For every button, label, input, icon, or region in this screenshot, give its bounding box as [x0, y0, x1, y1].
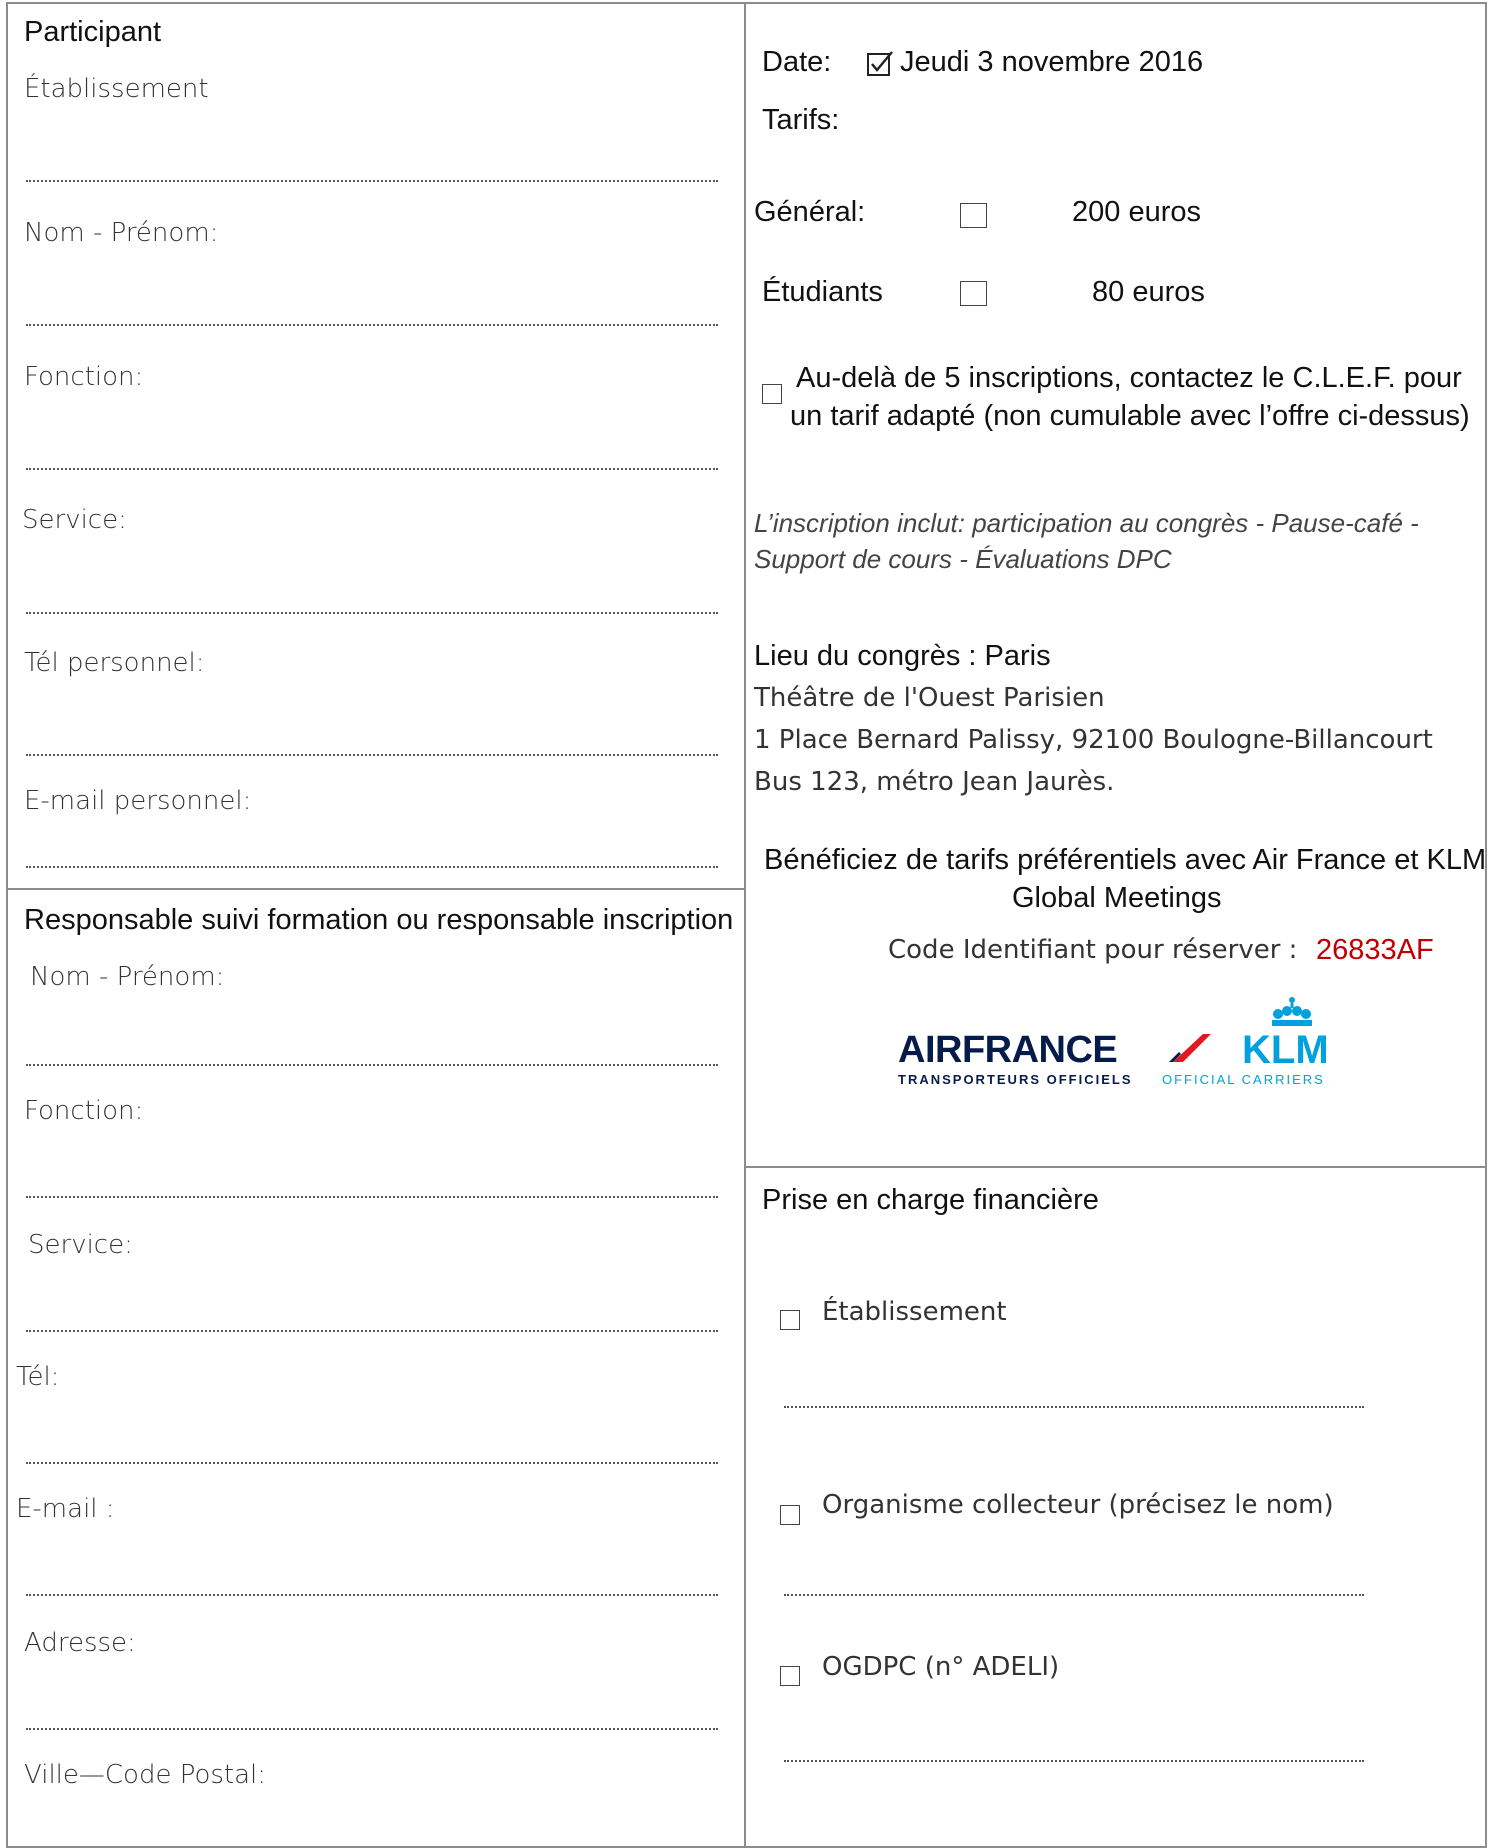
tarifs-label: Tarifs:	[762, 104, 840, 136]
participant-service-field[interactable]	[26, 612, 718, 614]
promo-line-1: Bénéficiez de tarifs préférentiels avec …	[764, 844, 1487, 876]
participant-title: Participant	[24, 16, 162, 48]
participant-section	[6, 2, 746, 890]
etudiants-checkbox[interactable]	[960, 281, 987, 306]
participant-nom-label: Nom - Prénom:	[24, 218, 219, 248]
participant-nom-field[interactable]	[26, 324, 718, 326]
promo-line-2: Global Meetings	[1012, 882, 1222, 914]
responsable-nom-field[interactable]	[26, 1064, 718, 1066]
group-line-2: un tarif adapté (non cumulable avec l’of…	[790, 400, 1470, 432]
financement-etablissement-field[interactable]	[784, 1406, 1364, 1408]
code-value: 26833AF	[1316, 934, 1434, 966]
airfrance-tagline: TRANSPORTEURS OFFICIELS	[898, 1072, 1133, 1087]
participant-email-label: E-mail personnel:	[24, 786, 252, 816]
responsable-email-label: E-mail :	[16, 1494, 115, 1524]
participant-email-field[interactable]	[26, 866, 718, 868]
participant-etablissement-field[interactable]	[26, 180, 718, 182]
group-line-1: Au-delà de 5 inscriptions, contactez le …	[796, 362, 1462, 394]
responsable-title: Responsable suivi formation ou responsab…	[24, 904, 734, 936]
lieu-title: Lieu du congrès : Paris	[754, 640, 1051, 672]
responsable-adresse-field[interactable]	[26, 1728, 718, 1730]
financement-organisme-checkbox[interactable]	[780, 1505, 800, 1525]
financement-organisme-label: Organisme collecteur (précisez le nom)	[822, 1490, 1334, 1520]
financement-etablissement-label: Établissement	[822, 1297, 1007, 1327]
klm-crown-icon	[1272, 997, 1312, 1026]
responsable-nom-label: Nom - Prénom:	[30, 962, 225, 992]
financement-ogdpc-label: OGDPC (n° ADELI)	[822, 1652, 1060, 1682]
participant-service-label: Service:	[22, 505, 127, 535]
includes-line-1: L’inscription inclut: participation au c…	[754, 508, 1419, 538]
financement-title: Prise en charge financière	[762, 1184, 1099, 1216]
airfrance-klm-logo: AIRFRANCE KLM TRANSPORTEURS OFFICIELS OF…	[898, 996, 1348, 1088]
date-value: Jeudi 3 novembre 2016	[900, 46, 1204, 78]
etudiants-price: 80 euros	[1092, 276, 1205, 308]
responsable-adresse-label: Adresse:	[24, 1628, 136, 1658]
responsable-fonction-field[interactable]	[26, 1196, 718, 1198]
code-label: Code Identifiant pour réserver :	[888, 935, 1298, 965]
includes-line-2: Support de cours - Évaluations DPC	[754, 544, 1172, 574]
financement-ogdpc-field[interactable]	[784, 1760, 1364, 1762]
general-price: 200 euros	[1072, 196, 1201, 228]
responsable-ville-label: Ville—Code Postal:	[24, 1760, 267, 1790]
klm-tagline: OFFICIAL CARRIERS	[1162, 1072, 1325, 1087]
participant-fonction-field[interactable]	[26, 468, 718, 470]
responsable-fonction-label: Fonction:	[24, 1096, 144, 1126]
responsable-section	[6, 888, 746, 1848]
info-section	[744, 2, 1487, 1168]
etudiants-label: Étudiants	[762, 276, 883, 308]
lieu-line-2: 1 Place Bernard Palissy, 92100 Boulogne-…	[754, 725, 1433, 755]
responsable-service-label: Service:	[28, 1230, 133, 1260]
airfrance-wordmark: AIRFRANCE	[898, 1029, 1118, 1071]
general-checkbox[interactable]	[960, 203, 987, 228]
participant-fonction-label: Fonction:	[24, 362, 144, 392]
responsable-email-field[interactable]	[26, 1594, 718, 1596]
general-label: Général:	[754, 196, 866, 228]
klm-wordmark: KLM	[1242, 1028, 1329, 1072]
lieu-line-3: Bus 123, métro Jean Jaurès.	[754, 767, 1115, 797]
participant-etablissement-label: Établissement	[24, 74, 209, 104]
participant-tel-field[interactable]	[26, 754, 718, 756]
airfrance-slash-icon	[1169, 1034, 1211, 1062]
responsable-tel-label: Tél:	[16, 1362, 60, 1392]
participant-tel-label: Tél personnel:	[24, 648, 205, 678]
date-label: Date:	[762, 46, 832, 78]
responsable-service-field[interactable]	[26, 1330, 718, 1332]
financement-ogdpc-checkbox[interactable]	[780, 1666, 800, 1686]
group-checkbox[interactable]	[762, 384, 782, 404]
responsable-tel-field[interactable]	[26, 1462, 718, 1464]
financement-etablissement-checkbox[interactable]	[780, 1310, 800, 1330]
date-checkbox-checked-icon[interactable]	[866, 50, 894, 78]
financement-organisme-field[interactable]	[784, 1594, 1364, 1596]
lieu-line-1: Théâtre de l'Ouest Parisien	[754, 683, 1105, 713]
